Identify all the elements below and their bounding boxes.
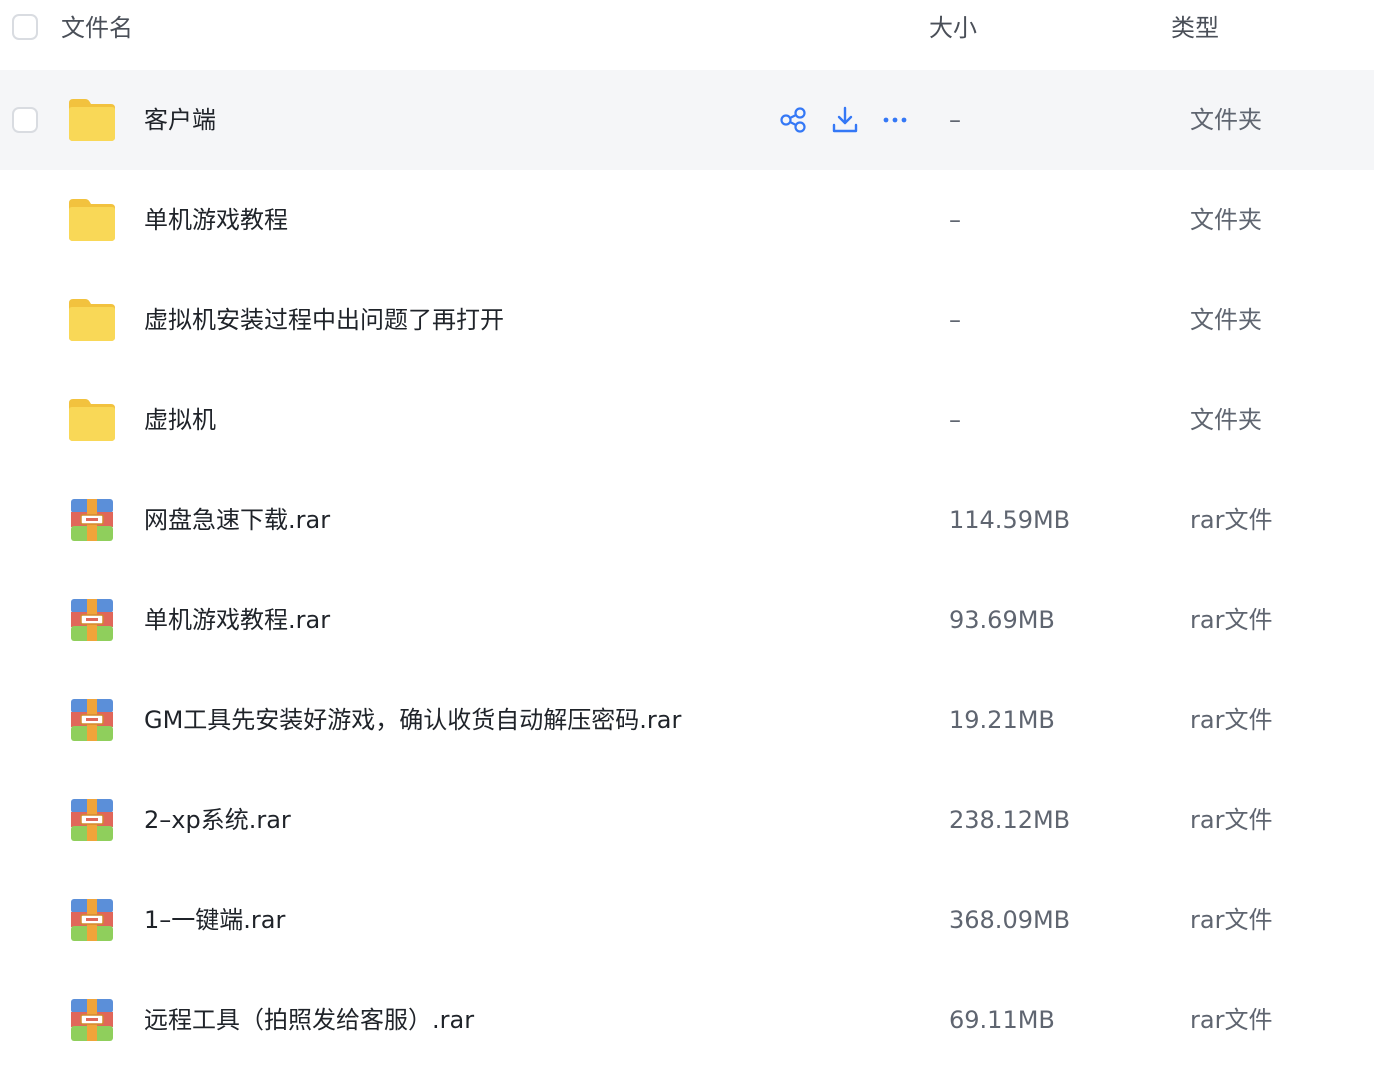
file-size: 69.11MB xyxy=(949,1006,1055,1034)
table-row[interactable]: 单机游戏教程.rar 93.69MB rar文件 xyxy=(0,570,1374,670)
table-row[interactable]: 客户端 – 文件夹 xyxy=(0,70,1374,170)
rar-icon xyxy=(67,597,117,643)
folder-icon xyxy=(67,197,117,243)
file-name[interactable]: 单机游戏教程 xyxy=(144,204,288,236)
select-all-checkbox[interactable] xyxy=(12,14,38,40)
rar-icon xyxy=(67,497,117,543)
table-row[interactable]: 虚拟机 – 文件夹 xyxy=(0,370,1374,470)
file-name[interactable]: 网盘急速下载.rar xyxy=(144,504,330,536)
file-size: – xyxy=(949,206,961,234)
rar-icon xyxy=(67,997,117,1043)
file-type: rar文件 xyxy=(1190,606,1273,634)
table-row[interactable]: 远程工具（拍照发给客服）.rar 69.11MB rar文件 xyxy=(0,970,1374,1070)
table-row[interactable]: 1–一键端.rar 368.09MB rar文件 xyxy=(0,870,1374,970)
file-type: rar文件 xyxy=(1190,1006,1273,1034)
column-header-size[interactable]: 大小 xyxy=(929,13,977,43)
column-header-type[interactable]: 类型 xyxy=(1171,13,1219,43)
file-list: 客户端 – 文件夹 单机游戏教程 – 文件夹 虚拟机安装过程中出问题了再打开 –… xyxy=(0,70,1374,1070)
more-icon[interactable] xyxy=(880,105,910,135)
rar-icon xyxy=(67,797,117,843)
file-name[interactable]: 虚拟机 xyxy=(144,404,216,436)
file-type: rar文件 xyxy=(1190,706,1273,734)
file-name[interactable]: 远程工具（拍照发给客服）.rar xyxy=(144,1004,474,1036)
file-name[interactable]: 客户端 xyxy=(144,104,216,136)
rar-icon xyxy=(67,897,117,943)
file-list-header: 文件名 大小 类型 xyxy=(0,0,1374,70)
file-size: – xyxy=(949,406,961,434)
file-size: – xyxy=(949,106,961,134)
file-type: rar文件 xyxy=(1190,906,1273,934)
file-name[interactable]: 2–xp系统.rar xyxy=(144,804,291,836)
file-name[interactable]: 1–一键端.rar xyxy=(144,904,285,936)
table-row[interactable]: 网盘急速下载.rar 114.59MB rar文件 xyxy=(0,470,1374,570)
folder-icon xyxy=(67,97,117,143)
share-icon[interactable] xyxy=(778,105,808,135)
file-type: 文件夹 xyxy=(1190,406,1262,434)
table-row[interactable]: GM工具先安装好游戏，确认收货自动解压密码.rar 19.21MB rar文件 xyxy=(0,670,1374,770)
folder-icon xyxy=(67,297,117,343)
file-name[interactable]: 单机游戏教程.rar xyxy=(144,604,330,636)
row-checkbox[interactable] xyxy=(12,107,38,133)
file-name[interactable]: GM工具先安装好游戏，确认收货自动解压密码.rar xyxy=(144,704,681,736)
folder-icon xyxy=(67,397,117,443)
table-row[interactable]: 2–xp系统.rar 238.12MB rar文件 xyxy=(0,770,1374,870)
file-type: 文件夹 xyxy=(1190,306,1262,334)
file-size: 368.09MB xyxy=(949,906,1071,934)
download-icon[interactable] xyxy=(830,105,860,135)
file-type: rar文件 xyxy=(1190,806,1273,834)
file-size: 93.69MB xyxy=(949,606,1055,634)
file-size: – xyxy=(949,306,961,334)
file-size: 19.21MB xyxy=(949,706,1055,734)
file-name[interactable]: 虚拟机安装过程中出问题了再打开 xyxy=(144,304,504,336)
file-type: 文件夹 xyxy=(1190,106,1262,134)
file-type: 文件夹 xyxy=(1190,206,1262,234)
file-type: rar文件 xyxy=(1190,506,1273,534)
table-row[interactable]: 单机游戏教程 – 文件夹 xyxy=(0,170,1374,270)
column-header-name[interactable]: 文件名 xyxy=(61,13,133,43)
rar-icon xyxy=(67,697,117,743)
file-size: 238.12MB xyxy=(949,806,1071,834)
file-size: 114.59MB xyxy=(949,506,1071,534)
table-row[interactable]: 虚拟机安装过程中出问题了再打开 – 文件夹 xyxy=(0,270,1374,370)
